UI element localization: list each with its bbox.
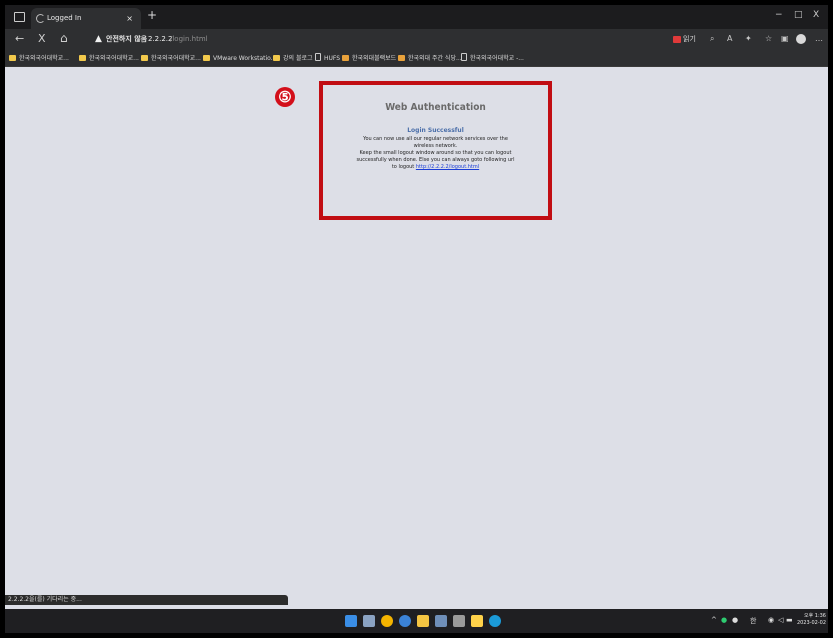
extension-icon[interactable]: ✦ <box>745 34 752 43</box>
app-icon[interactable] <box>399 615 411 627</box>
back-button[interactable]: ← <box>15 33 24 45</box>
navigation-bar: ← X ⌂ ▲ 안전하지 않음 | 2.2.2.2 /login.html 읽기… <box>5 29 828 51</box>
tray-app-icon[interactable]: ● <box>732 616 738 624</box>
bookmark-item[interactable]: 강의 블로그 <box>273 53 313 64</box>
maximize-button[interactable]: □ <box>794 10 803 20</box>
more-menu-icon[interactable]: … <box>815 34 823 43</box>
bookmark-item[interactable]: VMware Workstatio... <box>203 53 276 64</box>
volume-icon[interactable]: ◁ <box>778 616 783 624</box>
edge-icon[interactable] <box>489 615 501 627</box>
file-explorer-icon[interactable] <box>363 615 375 627</box>
login-status-heading: Login Successful <box>407 127 464 134</box>
bookmark-image-icon <box>342 55 349 61</box>
tab-title: Logged In <box>47 14 82 22</box>
url-path[interactable]: /login.html <box>170 32 208 47</box>
minimize-button[interactable]: − <box>775 10 783 20</box>
tab-logged-in[interactable]: Logged In × <box>31 8 141 29</box>
favorites-star-icon[interactable]: ☆ <box>765 34 772 43</box>
app-icon[interactable] <box>471 615 483 627</box>
page-icon <box>461 53 467 61</box>
folder-icon <box>273 55 280 61</box>
message-line: to logout http://2.2.2.2/logout.html <box>335 164 536 171</box>
tab-actions-icon[interactable] <box>14 12 25 22</box>
address-bar[interactable]: ▲ 안전하지 않음 | 2.2.2.2 /login.html <box>95 32 575 47</box>
new-tab-button[interactable]: + <box>147 8 157 22</box>
message-line: wireless network. <box>413 143 458 149</box>
tray-overflow-icon[interactable]: ^ <box>711 616 717 624</box>
ime-language-indicator[interactable]: 한 <box>750 616 756 626</box>
bookmark-item[interactable]: HUFS <box>315 53 340 64</box>
network-icon[interactable]: ◉ <box>768 616 774 624</box>
app-icon[interactable] <box>453 615 465 627</box>
home-button[interactable]: ⌂ <box>60 32 68 44</box>
bookmark-image-icon <box>398 55 405 61</box>
profile-avatar[interactable] <box>796 34 806 44</box>
page-viewport: ⑤ Web Authentication Login Successful Yo… <box>5 67 828 609</box>
folder-icon <box>141 55 148 61</box>
url-host[interactable]: 2.2.2.2 <box>148 32 173 47</box>
message-line: successfully when done. Else you can alw… <box>356 157 515 163</box>
chrome-icon[interactable] <box>381 615 393 627</box>
folder-icon <box>79 55 86 61</box>
bookmark-item[interactable]: 한국외대블랙보드 <box>342 53 396 64</box>
stop-button[interactable]: X <box>38 33 46 45</box>
bookmark-item[interactable]: 한국외대 주간 식당... <box>398 53 462 64</box>
clock-date: 2023-02-02 <box>796 620 826 626</box>
taskbar: ^ ● ● 한 ◉ ◁ ▬ 오후 1:36 2023-02-02 <box>5 609 828 633</box>
loading-spinner-icon <box>36 14 45 23</box>
folder-icon <box>9 55 16 61</box>
tab-bar: Logged In × + − □ X <box>5 5 828 29</box>
battery-icon[interactable]: ▬ <box>786 616 793 624</box>
folder-icon <box>203 55 210 61</box>
address-separator: | <box>141 35 144 43</box>
reader-label[interactable]: 읽기 <box>683 34 696 44</box>
bookmarks-bar: 한국외국어대학교... 한국외국어대학교... 한국외국어대학교... VMwa… <box>5 51 828 67</box>
logout-prefix: to logout <box>391 164 415 170</box>
app-icon[interactable] <box>435 615 447 627</box>
bookmark-item[interactable]: 한국외국어대학교... <box>79 53 139 64</box>
message-line: You can now use all our regular network … <box>363 136 508 142</box>
auth-message: You can now use all our regular network … <box>335 136 536 171</box>
bookmark-item[interactable]: 한국외국어대학교 -... <box>461 53 524 64</box>
page-icon <box>315 53 321 61</box>
message-line: Keep the small logout window around so t… <box>359 150 512 156</box>
logout-link[interactable]: http://2.2.2.2/logout.html <box>416 164 479 170</box>
folder-icon[interactable] <box>417 615 429 627</box>
tray-app-icon[interactable]: ● <box>721 616 727 624</box>
bookmark-item[interactable]: 한국외국어대학교... <box>141 53 201 64</box>
clock-time: 오후 1:36 <box>803 613 826 619</box>
system-clock[interactable]: 오후 1:36 2023-02-02 <box>796 613 826 627</box>
immersive-reader-icon[interactable] <box>673 36 681 43</box>
tab-close-icon[interactable]: × <box>126 8 133 29</box>
bookmark-item[interactable]: 한국외국어대학교... <box>9 53 69 64</box>
browser-window: Logged In × + − □ X ← X ⌂ ▲ 안전하지 않음 | 2.… <box>5 5 828 633</box>
start-menu-icon[interactable] <box>345 615 357 627</box>
status-bar: 2.2.2.2을(를) 기다리는 중... <box>5 595 288 605</box>
page-title: Web Authentication <box>385 102 486 113</box>
collections-icon[interactable]: ▣ <box>781 34 789 43</box>
close-window-button[interactable]: X <box>813 10 819 20</box>
read-aloud-icon[interactable]: A <box>727 34 732 43</box>
annotation-number-badge: ⑤ <box>275 87 295 107</box>
search-icon[interactable]: ⌕ <box>710 34 714 44</box>
warning-icon[interactable]: ▲ <box>95 32 102 47</box>
